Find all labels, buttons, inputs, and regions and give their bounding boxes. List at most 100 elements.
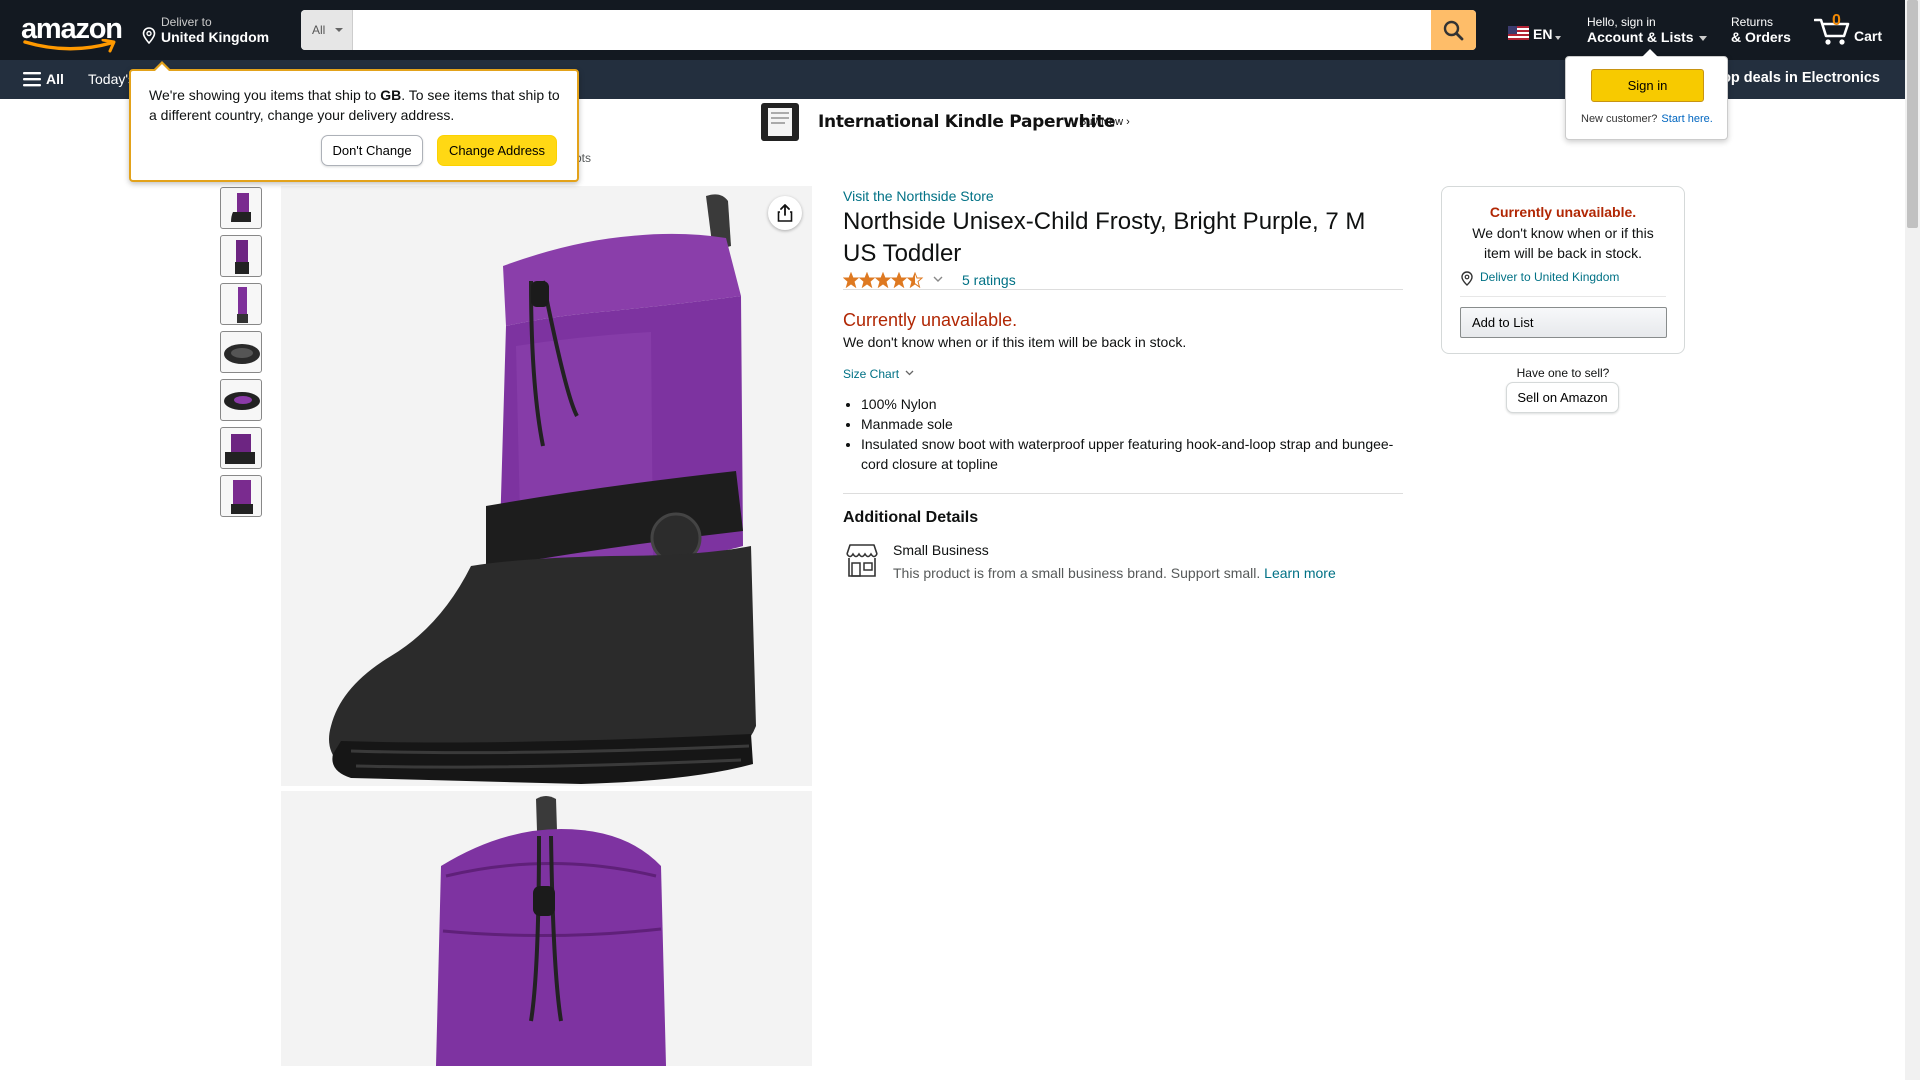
boot-thumbnail-image: [231, 193, 251, 222]
electronics-deals-link[interactable]: op deals in Electronics: [1722, 70, 1880, 86]
deliver-to[interactable]: Deliver to United Kingdom: [142, 15, 269, 45]
new-customer-label: New customer?: [1581, 113, 1658, 125]
search-category-label: All: [312, 23, 326, 37]
thumbnail-4[interactable]: [220, 331, 262, 373]
feature-bullets: 100% Nylon Manmade sole Insulated snow b…: [843, 394, 1403, 474]
chevron-down-icon: [1698, 35, 1707, 41]
search-category-dropdown[interactable]: All: [301, 10, 353, 50]
boot-thumbnail-image: [237, 287, 248, 323]
account-label: Account & Lists: [1587, 29, 1694, 45]
thumbnail-2[interactable]: [220, 235, 262, 277]
location-country-code: GB: [380, 87, 402, 103]
deliver-label: Deliver to: [161, 15, 212, 29]
small-business-description: This product is from a small business br…: [893, 565, 1336, 581]
ratings-count-link[interactable]: 5 ratings: [962, 272, 1016, 288]
amazon-logo[interactable]: amazon: [20, 14, 123, 53]
location-message: We're showing you items that ship to GB.…: [149, 85, 565, 125]
location-pin-icon: [142, 27, 156, 44]
star-rating-icon[interactable]: [843, 272, 925, 288]
hamburger-menu-icon: [23, 72, 41, 87]
buy-box: Currently unavailable. We don't know whe…: [1441, 186, 1685, 354]
dont-change-button[interactable]: Don't Change: [321, 135, 423, 166]
location-pin-icon: [1461, 271, 1473, 286]
purple-snow-boot-image: [329, 194, 756, 784]
language-code: EN: [1533, 26, 1553, 42]
chevron-down-icon[interactable]: [933, 275, 943, 283]
small-business-text: This product is from a small business br…: [893, 565, 1261, 581]
size-chart-link[interactable]: Size Chart: [843, 367, 914, 381]
change-address-button[interactable]: Change Address: [437, 135, 557, 166]
location-message-part1: We're showing you items that ship to: [149, 87, 381, 103]
have-one-to-sell-label: Have one to sell?: [1516, 366, 1610, 380]
small-business-title: Small Business: [893, 542, 989, 558]
popover-caret-inner: [155, 64, 169, 71]
store-link[interactable]: Visit the Northside Store: [843, 188, 994, 204]
search-button[interactable]: [1431, 10, 1476, 50]
thumbnail-3[interactable]: [220, 283, 262, 325]
secondary-product-image[interactable]: [281, 791, 812, 1066]
small-business-store-icon: [846, 544, 878, 577]
main-product-image[interactable]: [281, 186, 812, 786]
page-scrollbar[interactable]: [1905, 0, 1920, 1080]
boot-thumbnail-image: [225, 434, 255, 464]
popover-caret: [1642, 49, 1658, 57]
promo-buy-now[interactable]: Buy Now ›: [1079, 116, 1130, 128]
chevron-down-icon: [335, 28, 343, 32]
kindle-promo-banner[interactable]: International Kindle Paperwhite Buy Now …: [760, 100, 1160, 144]
us-flag-icon: [1508, 26, 1529, 40]
sign-in-button[interactable]: Sign in: [1591, 69, 1704, 102]
feature-bullet: Insulated snow boot with waterproof uppe…: [861, 434, 1403, 474]
sell-on-amazon-button[interactable]: Sell on Amazon: [1506, 382, 1619, 413]
availability-status: Currently unavailable.: [843, 310, 1018, 330]
divider: [1460, 296, 1666, 297]
share-button[interactable]: [768, 196, 802, 230]
thumbnail-1[interactable]: [220, 187, 262, 229]
top-nav-bar: amazon Deliver to United Kingdom All EN …: [0, 0, 1905, 60]
account-greeting: Hello, sign in: [1587, 15, 1656, 29]
scrollbar-thumb[interactable]: [1907, 0, 1918, 228]
orders-label: & Orders: [1731, 29, 1791, 45]
todays-deals-link[interactable]: Today's: [88, 71, 135, 87]
add-to-list-button[interactable]: Add to List: [1460, 307, 1667, 338]
thumbnail-7[interactable]: [220, 475, 262, 517]
feature-bullet: Manmade sole: [861, 414, 1403, 434]
product-title: Northside Unisex-Child Frosty, Bright Pu…: [843, 208, 1366, 267]
boot-thumbnail-image: [231, 480, 253, 514]
boot-sole-thumbnail-image: [224, 344, 260, 364]
buybox-availability-status: Currently unavailable.: [1489, 204, 1637, 220]
boot-top-thumbnail-image: [224, 392, 260, 410]
delivery-location-popover: We're showing you items that ship to GB.…: [129, 61, 579, 182]
deliver-country: United Kingdom: [161, 29, 270, 45]
feature-bullet: 100% Nylon: [861, 394, 1403, 414]
sign-in-popover: Sign in New customer? Start here.: [1565, 49, 1728, 140]
all-menu-label: All: [46, 71, 64, 87]
size-chart-label: Size Chart: [843, 367, 900, 381]
start-here-link[interactable]: Start here.: [1661, 113, 1712, 125]
deliver-to-link[interactable]: Deliver to United Kingdom: [1460, 270, 1620, 286]
account-lists[interactable]: Hello, sign in Account & Lists: [1587, 15, 1707, 45]
additional-details-heading: Additional Details: [843, 509, 979, 526]
boot-thumbnail-image: [235, 240, 249, 274]
availability-message: We don't know when or if this item will …: [843, 334, 1187, 350]
cart-count: 0: [1832, 12, 1841, 29]
cart-button[interactable]: 0 Cart: [1814, 10, 1894, 50]
kindle-device-icon: [761, 103, 799, 141]
chevron-down-icon: [905, 370, 914, 376]
returns-orders[interactable]: Returns & Orders: [1731, 15, 1791, 45]
search-input[interactable]: [353, 10, 1431, 50]
buybox-availability-message: We don't know when or if this item will …: [1472, 225, 1654, 261]
learn-more-link[interactable]: Learn more: [1264, 565, 1336, 581]
purple-boot-front-image: [436, 796, 666, 1066]
new-customer-row: New customer? Start here.: [1581, 113, 1713, 125]
returns-label: Returns: [1731, 15, 1774, 29]
thumbnail-5[interactable]: [220, 379, 262, 421]
search-icon: [1443, 20, 1464, 41]
promo-title: International Kindle Paperwhite: [818, 112, 1116, 132]
thumbnail-6[interactable]: [220, 427, 262, 469]
search-bar: All: [301, 10, 1476, 50]
divider: [843, 493, 1403, 494]
logo-smile-icon: [23, 39, 116, 53]
share-icon: [777, 204, 793, 222]
deliver-to-label: Deliver to United Kingdom: [1480, 270, 1620, 284]
chevron-down-icon: [1555, 36, 1561, 40]
